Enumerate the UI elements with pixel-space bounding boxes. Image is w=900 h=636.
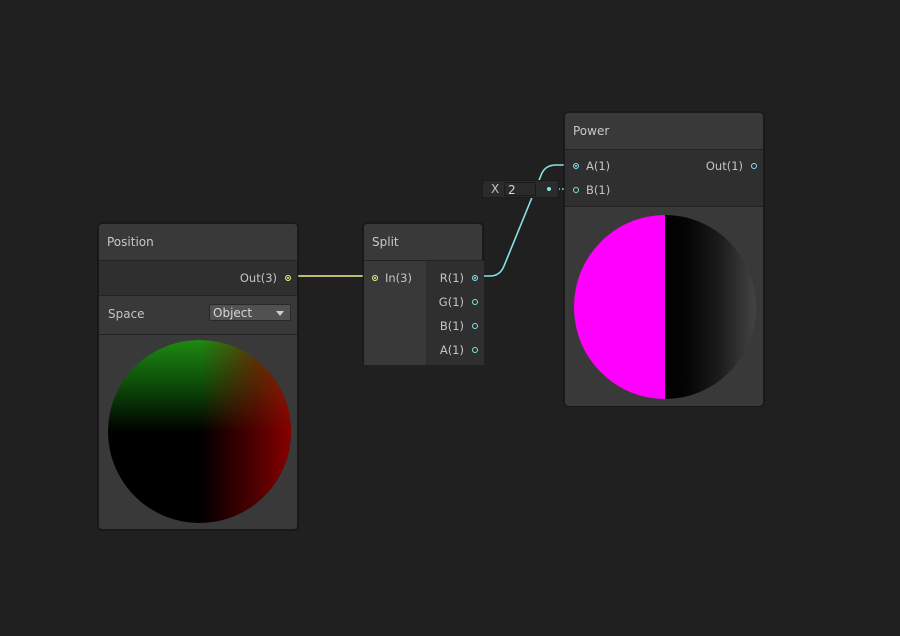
split-out-a-port[interactable]: A(1) — [440, 340, 478, 360]
split-out-b-port[interactable]: B(1) — [440, 316, 478, 336]
chevron-down-icon — [276, 311, 284, 316]
split-out-r-port[interactable]: R(1) — [440, 268, 478, 288]
position-out-label: Out(3) — [239, 271, 277, 285]
power-in-b-port[interactable]: B(1) — [573, 180, 610, 200]
power-in-b-label: B(1) — [586, 183, 611, 197]
power-out-label: Out(1) — [705, 159, 743, 173]
inline-x-label: X — [491, 182, 500, 196]
port-connector-icon[interactable] — [285, 275, 291, 281]
split-inputs: In(3) — [364, 261, 426, 365]
power-preview-sphere — [574, 215, 756, 399]
power-in-a-label: A(1) — [586, 159, 611, 173]
power-inputs: A(1) B(1) — [565, 150, 659, 206]
port-connector-icon[interactable] — [751, 163, 757, 169]
shader-graph-canvas[interactable]: Position Out(3) Space Object Split In(3)… — [0, 0, 900, 636]
power-b-inline-field[interactable]: X 2 — [482, 180, 559, 198]
power-out-port[interactable]: Out(1) — [706, 156, 757, 176]
port-connector-icon[interactable] — [372, 275, 378, 281]
split-out-g-port[interactable]: G(1) — [439, 292, 478, 312]
position-preview-red-overlay — [199, 340, 291, 523]
power-outputs: Out(1) — [658, 150, 763, 206]
power-node-title[interactable]: Power — [565, 113, 763, 150]
position-node[interactable]: Position Out(3) Space Object — [98, 223, 298, 530]
position-preview-sphere — [108, 340, 291, 523]
split-out-a-label: A(1) — [439, 343, 464, 357]
space-dropdown-value: Object — [213, 306, 253, 320]
port-connector-icon[interactable] — [472, 275, 478, 281]
port-connector-icon[interactable] — [472, 299, 478, 305]
position-out-port[interactable]: Out(3) — [240, 268, 291, 288]
port-connector-icon[interactable] — [573, 187, 579, 193]
space-property-row: Space Object — [99, 295, 297, 335]
power-node-ports: A(1) B(1) Out(1) — [565, 150, 763, 206]
position-node-ports: Out(3) — [99, 261, 297, 295]
split-outputs: R(1) G(1) B(1) A(1) — [426, 261, 484, 365]
power-preview-area — [565, 206, 763, 406]
space-label: Space — [108, 307, 145, 321]
split-in-port[interactable]: In(3) — [372, 268, 412, 288]
split-node[interactable]: Split In(3) R(1) G(1) B(1) A(1) — [363, 223, 484, 365]
split-node-title[interactable]: Split — [364, 224, 482, 261]
split-in-label: In(3) — [385, 271, 412, 285]
power-node[interactable]: Power A(1) B(1) Out(1) — [564, 112, 764, 406]
split-out-g-label: G(1) — [438, 295, 464, 309]
split-out-r-label: R(1) — [439, 271, 464, 285]
port-connector-icon[interactable] — [472, 347, 478, 353]
position-node-title[interactable]: Position — [99, 224, 297, 261]
power-in-a-port[interactable]: A(1) — [573, 156, 610, 176]
port-connector-icon[interactable] — [472, 323, 478, 329]
split-node-ports: In(3) R(1) G(1) B(1) A(1) — [364, 261, 484, 365]
port-connector-icon[interactable] — [573, 163, 579, 169]
inline-value-input[interactable]: 2 — [504, 182, 536, 197]
space-dropdown[interactable]: Object — [209, 304, 291, 321]
split-out-b-label: B(1) — [439, 319, 464, 333]
inline-connector-icon — [547, 187, 551, 191]
